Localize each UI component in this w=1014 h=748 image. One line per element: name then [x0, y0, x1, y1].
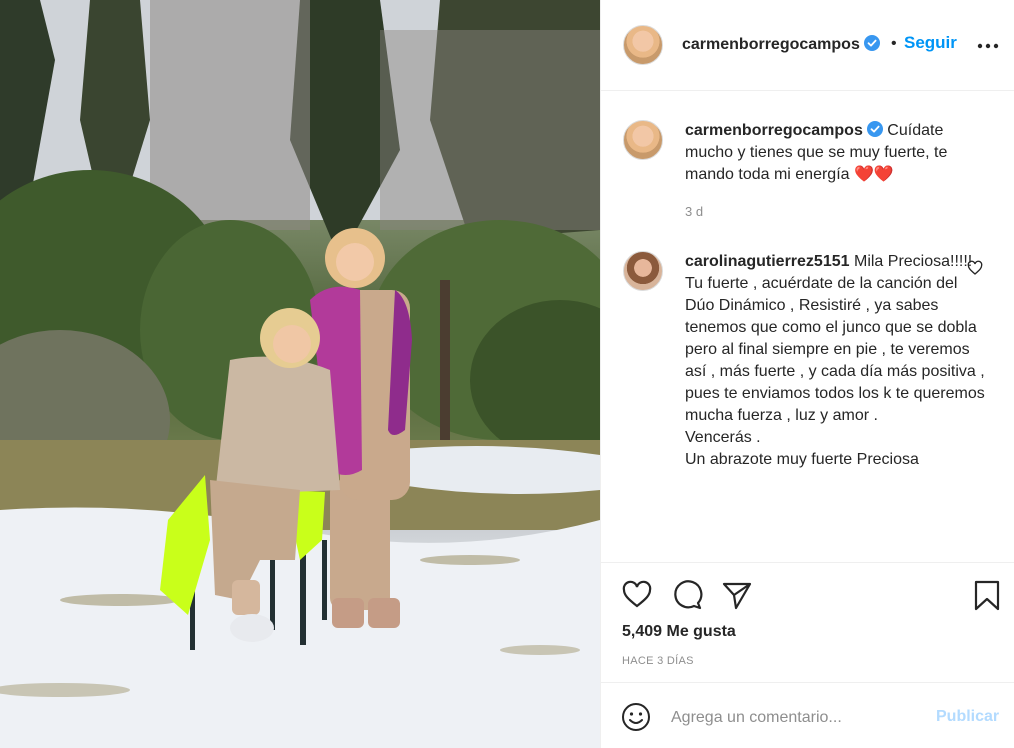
- post-photo[interactable]: [0, 0, 600, 748]
- commenter-username[interactable]: carolinagutierrez5151: [685, 253, 850, 270]
- heart-icon[interactable]: [621, 579, 653, 611]
- comments-list[interactable]: carmenborregocampos Cuídate mucho y tien…: [601, 92, 1014, 562]
- caption-username[interactable]: carmenborregocampos: [685, 122, 863, 139]
- caption-emoji: ❤️❤️: [854, 166, 894, 183]
- comment-icon[interactable]: [671, 579, 703, 611]
- publish-button[interactable]: Publicar: [936, 708, 999, 726]
- comment-composer: Publicar: [601, 682, 1014, 748]
- post-date[interactable]: HACE 3 DÍAS: [622, 655, 694, 667]
- comment-like-heart-icon[interactable]: [967, 260, 983, 276]
- author-avatar[interactable]: [623, 25, 663, 65]
- verified-badge-icon: [863, 35, 880, 51]
- verified-badge-icon: [866, 121, 883, 137]
- follow-button[interactable]: Seguir: [904, 33, 957, 53]
- comment-line: Un abrazote muy fuerte Preciosa: [685, 451, 919, 468]
- likes-count[interactable]: 5,409 Me gusta: [622, 623, 736, 641]
- emoji-icon[interactable]: [621, 702, 651, 732]
- comment-line: Tu fuerte , acuérdate de la canción del …: [685, 275, 985, 424]
- comment-line: Mila Preciosa!!!!!: [853, 253, 973, 270]
- author-username[interactable]: carmenborregocampos: [682, 36, 860, 53]
- author-name-block: carmenborregocampos: [682, 35, 880, 54]
- caption-text: carmenborregocampos Cuídate mucho y tien…: [685, 120, 985, 186]
- comment-line: Vencerás .: [685, 429, 761, 446]
- more-options-icon[interactable]: [976, 36, 1000, 56]
- header-separator: •: [891, 35, 897, 52]
- commenter-avatar[interactable]: [623, 251, 663, 291]
- comment-text: carolinagutierrez5151 Mila Preciosa!!!!!…: [685, 251, 985, 471]
- post-header: carmenborregocampos • Seguir: [601, 0, 1014, 91]
- caption-avatar[interactable]: [623, 120, 663, 160]
- share-icon[interactable]: [721, 579, 753, 611]
- caption-time[interactable]: 3 d: [685, 204, 703, 219]
- bookmark-icon[interactable]: [971, 579, 1003, 611]
- post-actions: 5,409 Me gusta HACE 3 DÍAS: [601, 562, 1014, 682]
- photo-illustration: [0, 0, 600, 748]
- post-sidebar: carmenborregocampos • Seguir carmenborre…: [600, 0, 1014, 748]
- comment-input[interactable]: [671, 705, 921, 731]
